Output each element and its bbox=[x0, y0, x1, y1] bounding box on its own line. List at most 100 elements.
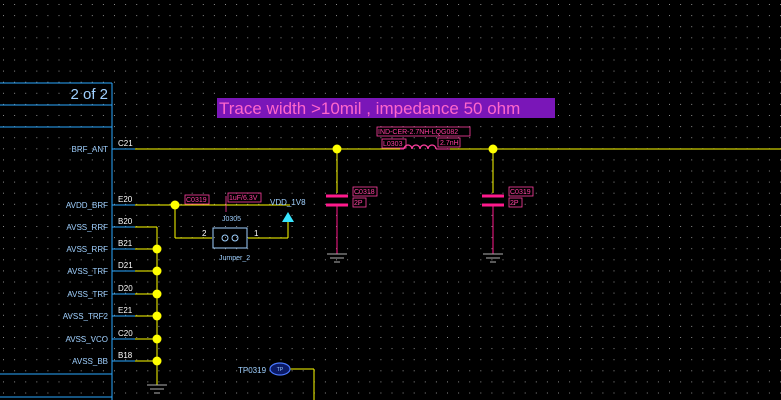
grid-dot bbox=[191, 126, 193, 128]
grid-dot bbox=[724, 59, 726, 61]
grid-dot bbox=[258, 59, 260, 61]
grid-dot bbox=[591, 270, 593, 272]
grid-dot bbox=[424, 170, 426, 172]
grid-dot bbox=[646, 81, 648, 83]
grid-dot bbox=[369, 270, 371, 272]
grid-dot bbox=[613, 370, 615, 372]
junction-dot bbox=[488, 144, 498, 154]
grid-dot bbox=[147, 37, 149, 39]
grid-dot bbox=[102, 303, 104, 305]
grid-dot bbox=[746, 92, 748, 94]
grid-dot bbox=[225, 70, 226, 72]
grid-dot bbox=[313, 292, 315, 294]
pin-number: B18 bbox=[118, 351, 133, 360]
grid-dot bbox=[735, 126, 737, 128]
grid-dot bbox=[524, 259, 526, 261]
grid-dot bbox=[669, 237, 670, 239]
grid-dot bbox=[413, 359, 415, 361]
grid-dot bbox=[14, 203, 16, 205]
grid-dot bbox=[313, 81, 315, 83]
grid-dot bbox=[646, 314, 648, 316]
grid-dot bbox=[380, 325, 382, 327]
grid-dot bbox=[358, 248, 360, 250]
grid-dot bbox=[80, 214, 82, 216]
grid-dot bbox=[646, 348, 648, 350]
grid-dot bbox=[691, 348, 693, 350]
grid-dot bbox=[280, 159, 282, 161]
grid-dot bbox=[3, 192, 4, 194]
grid-dot bbox=[546, 170, 548, 172]
grid-dot bbox=[591, 192, 593, 194]
grid-dot bbox=[768, 226, 770, 227]
grid-dot bbox=[36, 92, 38, 94]
grid-dot bbox=[191, 348, 193, 350]
grid-dot bbox=[269, 392, 271, 394]
grid-dot bbox=[746, 4, 748, 5]
grid-dot bbox=[169, 226, 171, 227]
grid-dot bbox=[502, 214, 504, 216]
grid-dot bbox=[291, 48, 293, 50]
grid-dot bbox=[258, 15, 260, 17]
grid-dot bbox=[646, 4, 648, 5]
grid-dot bbox=[91, 214, 93, 216]
grid-dot bbox=[324, 159, 326, 161]
grid-dot bbox=[513, 237, 515, 239]
grid-dot bbox=[757, 92, 759, 94]
grid-dot bbox=[291, 126, 293, 128]
grid-dot bbox=[14, 381, 16, 383]
grid-dot bbox=[624, 226, 626, 227]
grid-dot bbox=[746, 392, 748, 394]
grid-dot bbox=[713, 192, 715, 194]
grid-dot bbox=[36, 348, 38, 350]
grid-dot bbox=[358, 226, 360, 227]
grid-dot bbox=[280, 259, 282, 261]
grid-dot bbox=[591, 325, 593, 327]
grid-dot bbox=[202, 248, 204, 250]
grid-dot bbox=[102, 26, 104, 28]
grid-dot bbox=[724, 15, 726, 17]
grid-dot bbox=[713, 303, 715, 305]
grid-dot bbox=[191, 314, 193, 316]
grid-dot bbox=[291, 192, 293, 194]
grid-dot bbox=[713, 48, 715, 50]
grid-dot bbox=[136, 259, 138, 261]
grid-dot bbox=[602, 115, 604, 116]
grid-dot bbox=[768, 248, 770, 250]
grid-dot bbox=[391, 348, 393, 350]
grid-dot bbox=[702, 337, 704, 338]
grid-dot bbox=[3, 392, 4, 394]
grid-dot bbox=[302, 270, 304, 272]
grid-dot bbox=[480, 248, 482, 250]
grid-dot bbox=[147, 303, 149, 305]
grid-dot bbox=[624, 181, 626, 183]
grid-dot bbox=[724, 92, 726, 94]
grid-dot bbox=[369, 259, 371, 261]
grid-dot bbox=[724, 70, 726, 72]
grid-dot bbox=[435, 192, 437, 194]
grid-dot bbox=[324, 259, 326, 261]
grid-dot bbox=[691, 392, 693, 394]
grid-dot bbox=[558, 237, 559, 239]
grid-dot bbox=[580, 26, 582, 28]
grid-dot bbox=[624, 126, 626, 128]
impedance-note[interactable]: Trace width >10mil , impedance 50 ohm bbox=[217, 98, 555, 118]
grid-dot bbox=[424, 81, 426, 83]
grid-dot bbox=[757, 248, 759, 250]
grid-dot bbox=[580, 181, 582, 183]
grid-dot bbox=[236, 226, 238, 227]
grid-dot bbox=[258, 170, 260, 172]
grid-dot bbox=[424, 370, 426, 372]
grid-dot bbox=[114, 214, 115, 216]
grid-dot bbox=[302, 248, 304, 250]
grid-dot bbox=[646, 59, 648, 61]
grid-dot bbox=[36, 381, 38, 383]
grid-dot bbox=[602, 15, 604, 17]
grid-dot bbox=[236, 137, 238, 139]
grid-dot bbox=[502, 137, 504, 139]
grid-dot bbox=[757, 59, 759, 61]
grid-dot bbox=[291, 59, 293, 61]
grid-dot bbox=[558, 170, 559, 172]
grid-dot bbox=[613, 170, 615, 172]
grid-dot bbox=[324, 237, 326, 239]
grid-dot bbox=[546, 181, 548, 183]
